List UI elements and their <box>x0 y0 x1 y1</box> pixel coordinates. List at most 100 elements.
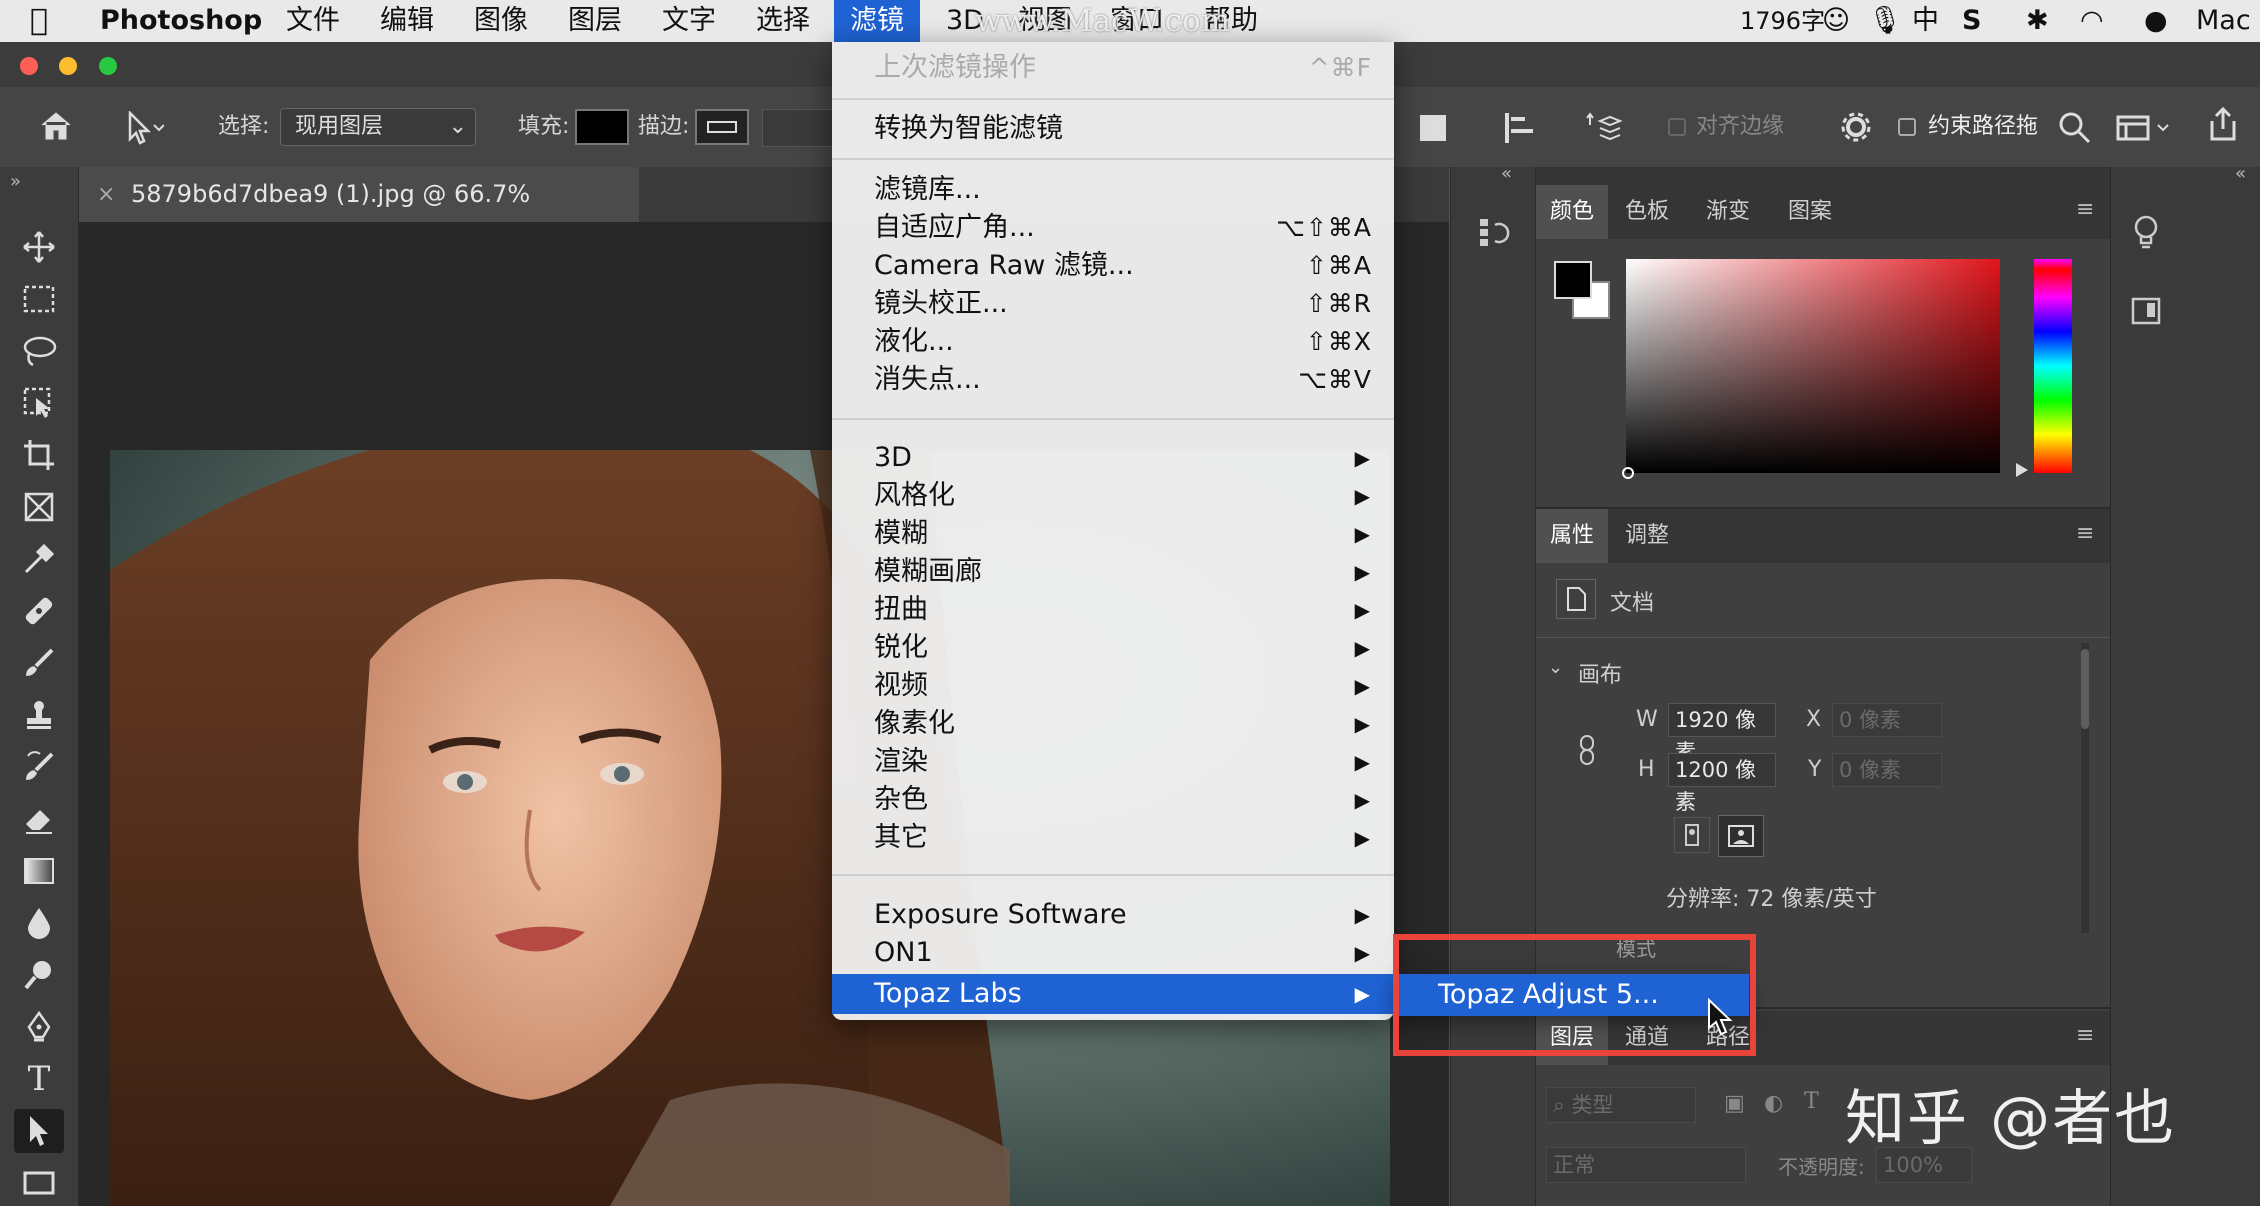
close-tab-icon[interactable]: × <box>97 167 115 222</box>
clone-stamp-icon[interactable] <box>14 693 64 737</box>
adjustment-layer-filter-icon[interactable]: ◐ <box>1764 1091 1783 1116</box>
share-icon[interactable] <box>2206 106 2240 147</box>
collapse-dock-icon[interactable]: « <box>1501 163 1512 184</box>
blur-tool-icon[interactable] <box>14 901 64 945</box>
foreground-color-swatch[interactable] <box>1554 261 1592 299</box>
tab-gradients[interactable]: 渐变 <box>1692 185 1764 239</box>
bluetooth-icon[interactable]: ✱ <box>2026 0 2049 42</box>
rectangular-marquee-icon[interactable] <box>14 277 64 321</box>
menu-item-noise[interactable]: 杂色 ▶ <box>832 781 1394 819</box>
stroke-swatch[interactable] <box>695 109 749 145</box>
menu-item-on1[interactable]: ON1 ▶ <box>832 934 1394 972</box>
sync-app-icon[interactable]: S <box>1962 0 1981 42</box>
close-window-button[interactable] <box>20 57 38 75</box>
fill-swatch[interactable] <box>575 109 629 145</box>
input-method-icon[interactable]: 中 <box>1912 0 1939 42</box>
pixel-layer-filter-icon[interactable]: ▣ <box>1724 1091 1745 1116</box>
brush-tool-icon[interactable] <box>14 641 64 685</box>
expand-toolbar-icon[interactable]: » <box>10 171 21 192</box>
dodge-tool-icon[interactable] <box>14 953 64 997</box>
menu-item-sharpen[interactable]: 锐化 ▶ <box>832 629 1394 667</box>
panel-menu-icon[interactable]: ≡ <box>2076 197 2094 222</box>
menu-file[interactable]: 文件 <box>286 0 340 42</box>
libraries-icon[interactable] <box>2129 293 2163 331</box>
healing-brush-icon[interactable] <box>14 589 64 633</box>
menu-item-other[interactable]: 其它 ▶ <box>832 819 1394 857</box>
menu-type[interactable]: 文字 <box>662 0 716 42</box>
history-panel-icon[interactable] <box>1477 215 1511 253</box>
layer-filter-dropdown[interactable]: ⌕ 类型 <box>1546 1087 1696 1123</box>
emoji-status-icon[interactable]: ☺ <box>1822 0 1850 42</box>
menu-item-distort[interactable]: 扭曲 ▶ <box>832 591 1394 629</box>
tab-adjustments[interactable]: 调整 <box>1611 509 1683 563</box>
menu-app-name[interactable]: Photoshop <box>100 0 262 42</box>
hue-slider[interactable] <box>2034 259 2072 473</box>
menu-item-topaz-labs[interactable]: Topaz Labs ▶ <box>832 974 1394 1014</box>
tab-color[interactable]: 颜色 <box>1536 185 1609 239</box>
minimize-window-button[interactable] <box>59 57 77 75</box>
search-icon[interactable] <box>2058 111 2092 149</box>
menu-select[interactable]: 选择 <box>756 0 810 42</box>
object-selection-icon[interactable] <box>14 381 64 425</box>
pen-tool-icon[interactable] <box>14 1005 64 1049</box>
y-field[interactable]: 0 像素 <box>1832 753 1942 787</box>
select-layer-dropdown[interactable]: 现用图层 ⌄ <box>280 108 476 146</box>
menu-item-lens-correction[interactable]: 镜头校正... ⇧⌘R <box>832 285 1394 323</box>
link-icon[interactable] <box>1576 732 1598 772</box>
blend-mode-dropdown[interactable]: 正常 <box>1546 1147 1746 1183</box>
height-field[interactable]: 1200 像素 <box>1668 753 1776 814</box>
workspace-icon[interactable] <box>2116 111 2172 149</box>
menu-item-stylize[interactable]: 风格化 ▶ <box>832 477 1394 515</box>
tab-properties[interactable]: 属性 <box>1536 509 1609 563</box>
hue-slider-thumb[interactable] <box>2016 463 2028 477</box>
gear-icon[interactable] <box>1838 109 1874 149</box>
word-count-status[interactable]: 1796字 <box>1740 0 1825 42</box>
menu-item-liquify[interactable]: 液化... ⇧⌘X <box>832 323 1394 361</box>
rectangle-tool-icon[interactable] <box>14 1161 64 1205</box>
type-tool-icon[interactable]: T <box>14 1057 64 1101</box>
path-alignment-icon[interactable] <box>1503 111 1537 149</box>
home-icon[interactable] <box>38 109 74 147</box>
menu-edit[interactable]: 编辑 <box>380 0 434 42</box>
document-tab[interactable]: × 5879b6d7dbea9 (1).jpg @ 66.7%(RGB/8#) <box>79 167 639 263</box>
eraser-tool-icon[interactable] <box>14 797 64 841</box>
menu-item-adaptive-wide-angle[interactable]: 自适应广角... ⌥⇧⌘A <box>832 209 1394 247</box>
menu-item-filter-gallery[interactable]: 滤镜库... <box>832 171 1394 209</box>
zoom-window-button[interactable] <box>99 57 117 75</box>
menu-item-render[interactable]: 渲染 ▶ <box>832 743 1394 781</box>
menu-item-exposure-software[interactable]: Exposure Software ▶ <box>832 896 1394 934</box>
lasso-tool-icon[interactable] <box>14 329 64 373</box>
constrain-path-checkbox[interactable] <box>1898 118 1916 136</box>
learn-lightbulb-icon[interactable] <box>2129 213 2163 257</box>
move-tool-icon[interactable] <box>14 225 64 269</box>
tab-swatches[interactable]: 色板 <box>1611 185 1683 239</box>
frame-tool-icon[interactable] <box>14 485 64 529</box>
menu-item-blur[interactable]: 模糊 ▶ <box>832 515 1394 553</box>
x-field[interactable]: 0 像素 <box>1832 703 1942 737</box>
properties-scrollbar[interactable] <box>2081 643 2089 933</box>
path-operations-icon[interactable] <box>1420 115 1446 141</box>
collapse-secondary-dock-icon[interactable]: « <box>2235 163 2246 184</box>
menu-item-blur-gallery[interactable]: 模糊画廊 ▶ <box>832 553 1394 591</box>
menu-item-3d[interactable]: 3D ▶ <box>832 439 1394 477</box>
width-field[interactable]: 1920 像素 <box>1668 703 1776 764</box>
user-name-status[interactable]: Mac <box>2196 0 2251 42</box>
color-field-picker[interactable] <box>1622 259 2000 479</box>
panel-menu-icon[interactable]: ≡ <box>2076 1023 2094 1048</box>
path-selection-tool-icon[interactable] <box>14 1109 64 1153</box>
menu-item-convert-smart-filter[interactable]: 转换为智能滤镜 <box>832 110 1394 148</box>
menu-item-camera-raw[interactable]: Camera Raw 滤镜... ⇧⌘A <box>832 247 1394 285</box>
tab-patterns[interactable]: 图案 <box>1774 185 1846 239</box>
gradient-tool-icon[interactable] <box>14 849 64 893</box>
menu-item-vanishing-point[interactable]: 消失点... ⌥⌘V <box>832 361 1394 399</box>
path-arrangement-icon[interactable] <box>1586 111 1626 149</box>
stroke-width-field[interactable] <box>762 109 834 147</box>
wifi-icon[interactable]: ◠ <box>2080 0 2104 42</box>
panel-menu-icon[interactable]: ≡ <box>2076 521 2094 546</box>
type-layer-filter-icon[interactable]: T <box>1804 1089 1819 1114</box>
microphone-icon[interactable]: 🎙 <box>1868 0 1902 42</box>
landscape-orientation-button[interactable] <box>1718 815 1764 857</box>
align-edges-checkbox[interactable] <box>1668 118 1686 136</box>
siri-icon[interactable]: ● <box>2144 0 2168 42</box>
menu-item-video[interactable]: 视频 ▶ <box>832 667 1394 705</box>
